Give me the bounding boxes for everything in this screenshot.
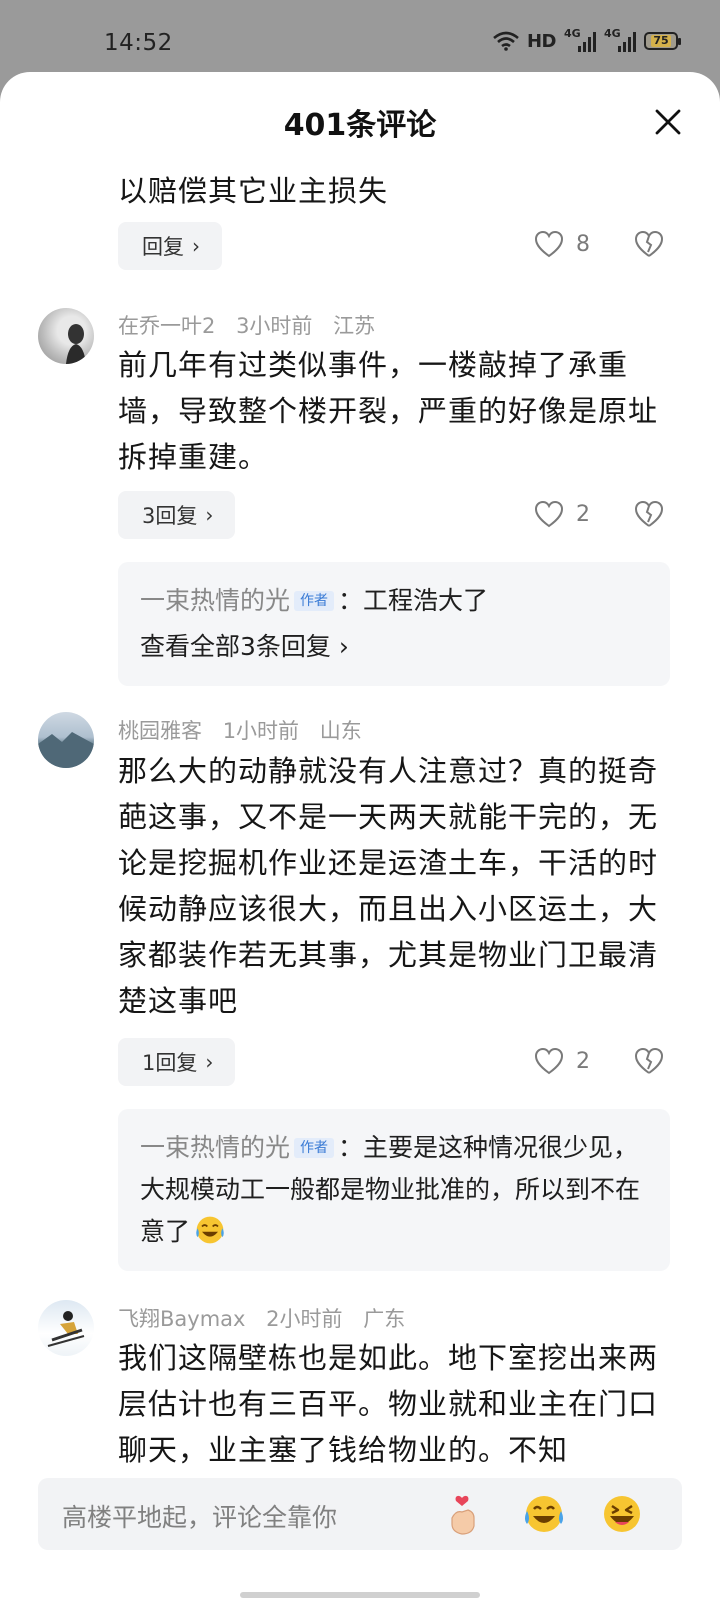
hd-label: HD [526,30,557,52]
comment-input-bar[interactable]: 高楼平地起，评论全靠你 [38,1478,682,1550]
timestamp: 2小时前 [266,1307,343,1331]
reply-button[interactable]: 回复 › [118,222,222,270]
battery-icon: 75 [644,32,681,50]
comment-input[interactable]: 高楼平地起，评论全靠你 [62,1498,337,1534]
sub-reply-box[interactable]: 一束热情的光 作者 ：工程浩大了 查看全部3条回复 › [118,562,670,686]
battery-level: 75 [651,34,671,47]
avatar-image [38,732,94,768]
avatar[interactable] [38,712,94,768]
username[interactable]: 飞翔Baymax [118,1307,245,1331]
comment-meta: 飞翔Baymax 2小时前 广东 [118,1303,405,1333]
wifi-icon [493,31,519,51]
like-button[interactable]: 2 [534,1047,590,1075]
avatar[interactable] [38,308,94,364]
status-icons: HD 4G 4G 75 [493,27,681,52]
broken-heart-icon[interactable] [634,230,664,258]
chevron-right-icon: › [338,632,349,661]
timestamp: 3小时前 [236,314,313,338]
laugh-cry-emoji-icon[interactable] [522,1492,566,1536]
location: 广东 [363,1307,406,1331]
sub-reply-user[interactable]: 一束热情的光 [140,1133,290,1162]
view-all-replies-link[interactable]: 查看全部3条回复 › [140,626,648,668]
broken-heart-icon[interactable] [634,500,664,528]
view-all-label: 查看全部3条回复 [140,632,331,661]
sub-reply-text: ：工程浩大了 [338,586,489,615]
username[interactable]: 桃园雅客 [118,719,202,743]
home-indicator[interactable] [240,1592,480,1598]
like-count: 8 [576,231,590,257]
like-count: 2 [576,501,590,527]
finger-heart-emoji-icon[interactable] [442,1492,486,1536]
location: 山东 [319,719,362,743]
avatar-image [47,1311,85,1347]
signal-label: 4G [604,27,621,40]
comment-sheet: 401条评论 以赔偿其它业主损失 回复 › 8 在乔一叶2 3小时前 江苏 前几… [0,72,720,1600]
sub-reply-user[interactable]: 一束热情的光 [140,586,290,615]
comment-meta: 桃园雅客 1小时前 山东 [118,715,362,745]
reply-button-label: 回复 [142,235,184,259]
author-badge: 作者 [294,1138,335,1158]
author-badge: 作者 [294,591,335,611]
username[interactable]: 在乔一叶2 [118,314,215,338]
comment-list: 以赔偿其它业主损失 回复 › 8 在乔一叶2 3小时前 江苏 前几年有过类似事件… [0,72,720,1600]
reply-button[interactable]: 3回复 › [118,491,236,539]
comment-text: 以赔偿其它业主损失 [118,174,389,208]
broken-heart-icon[interactable] [634,1047,664,1075]
reply-button-label: 1回复 [142,1051,198,1075]
comment-text: 前几年有过类似事件，一楼敲掉了承重墙，导致整个楼开裂，严重的好像是原址拆掉重建。 [118,348,659,474]
heart-icon [534,1047,564,1075]
timestamp: 1小时前 [222,719,300,743]
comment-meta: 在乔一叶2 3小时前 江苏 [118,310,375,340]
signal-icon: 4G [564,27,596,52]
comment-text: 我们这隔壁栋也是如此。地下室挖出来两层估计也有三百平。物业就和业主在门口聊天，业… [118,1341,659,1465]
grinning-squint-emoji-icon[interactable] [600,1492,644,1536]
signal-label: 4G [564,27,581,40]
location: 江苏 [333,314,376,338]
sub-reply-box[interactable]: 一束热情的光 作者 ：主要是这种情况很少见，大规模动工一般都是物业批准的，所以到不在… [118,1109,670,1271]
heart-icon [534,230,564,258]
reply-button-label: 3回复 [142,504,198,528]
like-button[interactable]: 2 [534,500,590,528]
heart-icon [534,500,564,528]
status-time: 14:52 [104,30,173,56]
avatar[interactable] [38,1300,94,1356]
like-count: 2 [576,1048,590,1074]
chevron-right-icon: › [205,503,214,527]
chevron-right-icon: › [205,1050,214,1074]
chevron-right-icon: › [192,234,200,258]
signal-icon: 4G [604,27,636,52]
reply-button[interactable]: 1回复 › [118,1038,236,1086]
comment-text: 那么大的动静就没有人注意过？真的挺奇葩这事，又不是一天两天就能干完的，无论是挖掘… [118,754,659,1018]
avatar-image [66,324,86,364]
laugh-cry-emoji-icon [196,1216,224,1244]
like-button[interactable]: 8 [534,230,590,258]
